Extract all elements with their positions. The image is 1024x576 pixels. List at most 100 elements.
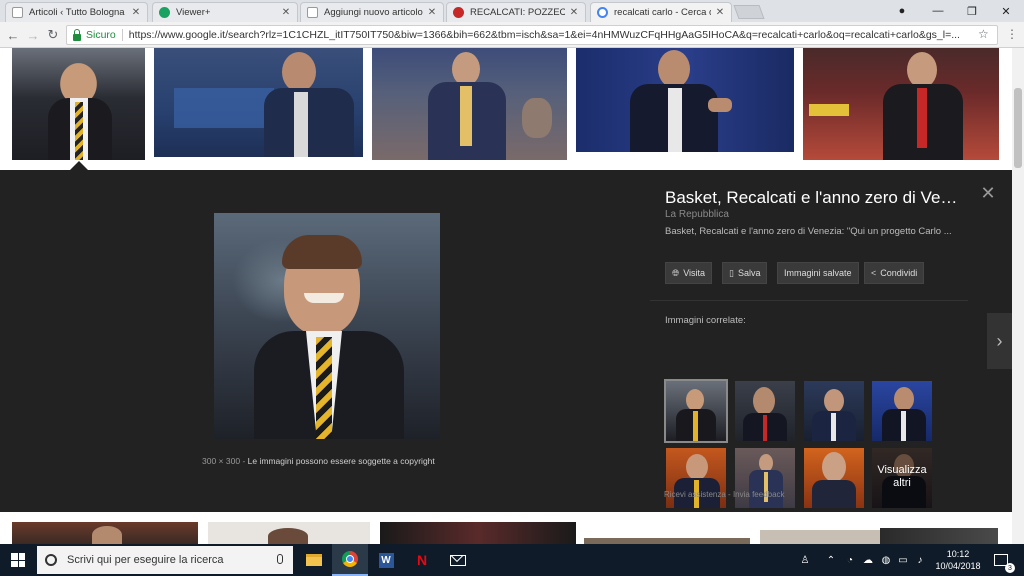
minimize-button[interactable]: — bbox=[920, 0, 956, 22]
reload-button[interactable]: ↻ bbox=[44, 26, 62, 44]
app-tray-icon[interactable]: ◍ bbox=[878, 544, 894, 576]
image-dimensions: 300 × 300 bbox=[202, 456, 241, 466]
result-title[interactable]: Basket, Recalcati e l'anno zero di Venez… bbox=[665, 188, 965, 208]
tab-viewer[interactable]: Viewer+ ✕ bbox=[152, 2, 298, 22]
close-window-button[interactable]: ✕ bbox=[988, 0, 1024, 22]
profile-icon[interactable]: ● bbox=[884, 0, 920, 22]
result-image-thumbnail[interactable] bbox=[576, 48, 794, 152]
cortana-icon bbox=[45, 554, 57, 566]
copyright-notice: Le immagini possono essere soggette a co… bbox=[247, 456, 435, 466]
clock-time: 10:12 bbox=[946, 549, 970, 559]
preview-image[interactable] bbox=[214, 213, 440, 439]
google-icon bbox=[597, 7, 608, 18]
image-preview-panel: 300 × 300 - Le immagini possono essere s… bbox=[0, 170, 1012, 512]
result-image-thumbnail[interactable] bbox=[380, 522, 576, 544]
share-label: Condividi bbox=[880, 268, 918, 278]
result-image-thumbnail[interactable] bbox=[12, 48, 145, 160]
new-tab-button[interactable] bbox=[733, 5, 765, 19]
next-result-button[interactable]: › bbox=[987, 313, 1012, 369]
taskbar-search-input[interactable]: Scrivi qui per eseguire la ricerca bbox=[37, 546, 293, 574]
close-icon[interactable]: ✕ bbox=[715, 7, 725, 18]
browser-toolbar: ← → ↻ Sicuro https://www.google.it/searc… bbox=[0, 22, 1024, 48]
close-icon[interactable]: ✕ bbox=[427, 7, 437, 18]
result-image-thumbnail[interactable] bbox=[154, 48, 363, 157]
search-placeholder: Scrivi qui per eseguire la ricerca bbox=[67, 554, 224, 566]
related-image-thumbnail[interactable] bbox=[804, 448, 864, 508]
related-image-thumbnail[interactable] bbox=[804, 381, 864, 441]
related-image-thumbnail[interactable] bbox=[735, 448, 795, 508]
tab-articoli[interactable]: Articoli ‹ Tutto Bologna Web ✕ bbox=[5, 2, 148, 22]
battery-icon[interactable]: ▭ bbox=[896, 544, 910, 576]
page-icon bbox=[12, 7, 23, 18]
lock-icon bbox=[73, 28, 81, 41]
bookmark-star-icon[interactable]: ☆ bbox=[978, 27, 989, 41]
view-more-related-button[interactable]: Visualizza altri bbox=[872, 448, 932, 508]
close-icon[interactable]: ✕ bbox=[131, 7, 141, 18]
tab-title: RECALCATI: POZZECCO SOTTO bbox=[470, 7, 565, 18]
forward-button[interactable]: → bbox=[24, 26, 42, 44]
windows-icon bbox=[11, 553, 25, 567]
panel-footer: Ricevi assistenza - Invia feedback bbox=[664, 490, 785, 499]
microphone-icon[interactable] bbox=[277, 554, 283, 564]
taskbar-clock[interactable]: 10:12 10/04/2018 bbox=[928, 548, 988, 572]
url-text: https://www.google.it/search?rlz=1C1CHZL… bbox=[128, 29, 960, 41]
view-more-label: Visualizza altri bbox=[877, 464, 927, 489]
close-icon[interactable]: ✕ bbox=[569, 7, 579, 18]
tab-title: recalcati carlo - Cerca con Google bbox=[614, 7, 711, 18]
divider bbox=[650, 300, 968, 301]
selected-pointer bbox=[70, 161, 88, 170]
tab-strip: Articoli ‹ Tutto Bologna Web ✕ Viewer+ ✕… bbox=[0, 0, 1024, 22]
saved-images-button[interactable]: Immagini salvate bbox=[777, 262, 859, 284]
result-image-thumbnail[interactable] bbox=[372, 48, 567, 160]
file-explorer-icon[interactable] bbox=[296, 544, 332, 576]
related-image-thumbnail[interactable] bbox=[872, 381, 932, 441]
cloud-icon[interactable]: ☁ bbox=[860, 544, 876, 576]
network-icon[interactable]: ◔ bbox=[842, 544, 858, 576]
chevron-right-icon: › bbox=[996, 330, 1003, 351]
tab-recalcati-pozzecco[interactable]: RECALCATI: POZZECCO SOTTO ✕ bbox=[446, 2, 586, 22]
result-image-thumbnail[interactable] bbox=[12, 522, 198, 544]
result-source: La Repubblica bbox=[665, 209, 729, 220]
result-image-thumbnail[interactable] bbox=[208, 522, 370, 544]
visit-label: Visita bbox=[683, 268, 706, 278]
related-image-thumbnail[interactable] bbox=[664, 379, 728, 443]
saved-images-label: Immagini salvate bbox=[784, 268, 852, 278]
result-image-thumbnail[interactable] bbox=[760, 530, 880, 544]
related-image-thumbnail[interactable] bbox=[735, 381, 795, 441]
related-image-thumbnail[interactable] bbox=[666, 448, 726, 508]
chrome-icon[interactable] bbox=[332, 544, 368, 576]
visit-button[interactable]: 🌐︎ Visita bbox=[665, 262, 713, 284]
back-button[interactable]: ← bbox=[4, 26, 22, 44]
page-icon bbox=[307, 7, 318, 18]
secure-label: Sicuro bbox=[86, 29, 116, 41]
scrollbar-thumb[interactable] bbox=[1014, 88, 1022, 168]
footer-separator: - bbox=[728, 490, 731, 499]
help-link[interactable]: Ricevi assistenza bbox=[664, 490, 726, 499]
netflix-icon[interactable]: N bbox=[404, 544, 440, 576]
chevron-up-icon[interactable]: ⌃ bbox=[824, 544, 838, 576]
address-bar[interactable]: Sicuro https://www.google.it/search?rlz=… bbox=[66, 25, 998, 45]
people-icon[interactable]: ♙ bbox=[796, 544, 814, 576]
result-image-thumbnail[interactable] bbox=[880, 528, 998, 544]
tab-aggiungi[interactable]: Aggiungi nuovo articolo ✕ bbox=[300, 2, 444, 22]
close-icon[interactable]: ✕ bbox=[281, 7, 291, 18]
caption-separator: - bbox=[242, 456, 246, 466]
feedback-link[interactable]: Invia feedback bbox=[733, 490, 785, 499]
word-icon[interactable]: W bbox=[368, 544, 404, 576]
close-icon[interactable]: ✕ bbox=[978, 183, 998, 204]
save-button[interactable]: ▯ Salva bbox=[722, 262, 768, 284]
start-button[interactable] bbox=[0, 544, 36, 576]
mail-icon[interactable] bbox=[440, 544, 476, 576]
notification-count: 3 bbox=[1005, 563, 1015, 573]
share-button[interactable]: < Condividi bbox=[864, 262, 925, 284]
volume-icon[interactable]: ♪ bbox=[912, 544, 928, 576]
news-icon bbox=[453, 7, 464, 18]
tab-title: Articoli ‹ Tutto Bologna Web bbox=[29, 7, 127, 18]
tab-title: Aggiungi nuovo articolo bbox=[324, 7, 423, 18]
result-image-thumbnail[interactable] bbox=[803, 48, 999, 160]
result-description: Basket, Recalcati e l'anno zero di Venez… bbox=[665, 226, 952, 237]
notifications-icon[interactable]: 3 bbox=[990, 544, 1015, 576]
more-menu-icon[interactable]: ⋮ bbox=[1006, 27, 1018, 41]
restore-button[interactable]: ❐ bbox=[954, 0, 990, 22]
tab-google-search[interactable]: recalcati carlo - Cerca con Google ✕ bbox=[590, 2, 732, 22]
